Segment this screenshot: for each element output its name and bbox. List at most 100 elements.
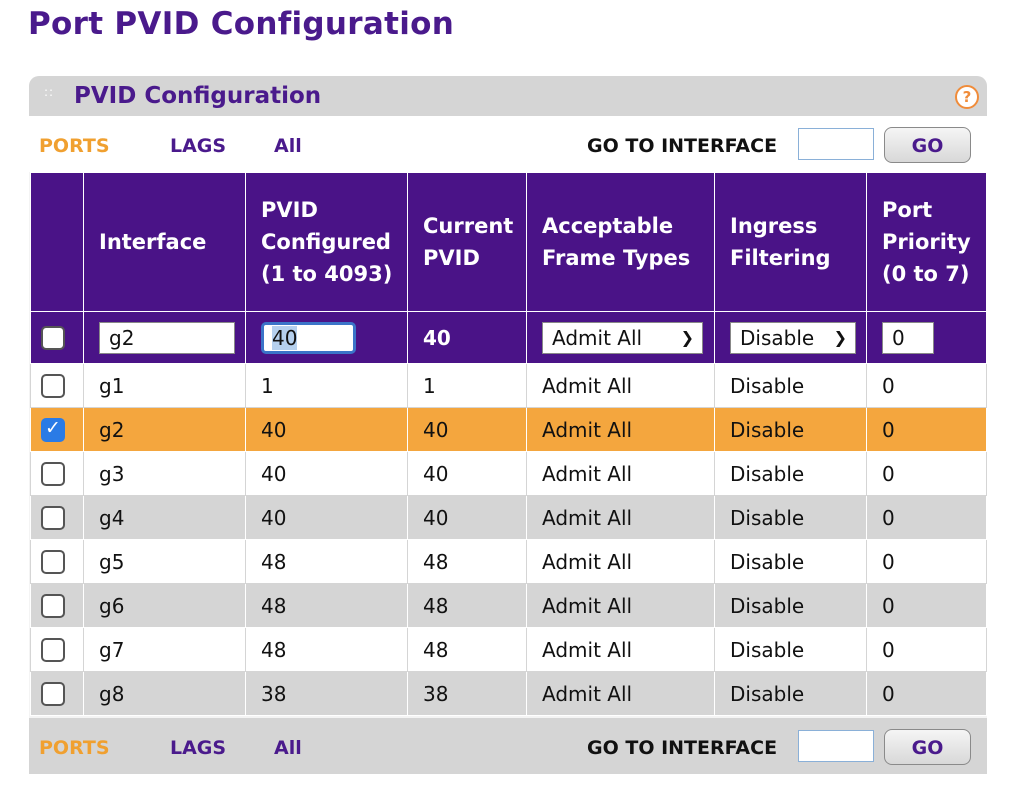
bottom-toolbar: PORTS LAGS All GO TO INTERFACE GO (29, 718, 987, 774)
edit-row-checkbox[interactable] (41, 326, 65, 351)
ingress-filtering-select[interactable]: Disable ❯ (730, 321, 856, 354)
port-priority-column-header[interactable]: Port Priority (0 to 7) (866, 172, 987, 312)
goto-interface-label: GO TO INTERFACE (587, 135, 778, 157)
ports-link[interactable]: PORTS (39, 737, 110, 759)
acceptable-frame-types-cell: Admit All (526, 539, 715, 584)
interface-column-header[interactable]: Interface (83, 172, 246, 312)
chevron-down-icon: ❯ (833, 327, 847, 347)
current-pvid-cell: 48 (407, 627, 527, 672)
table-row[interactable]: g5 48 48 Admit All Disable 0 (30, 539, 987, 584)
ports-link[interactable]: PORTS (39, 135, 110, 157)
pvid-configured-column-header[interactable]: PVID Configured (1 to 4093) (245, 172, 408, 312)
chevron-down-icon: ❯ (680, 327, 694, 347)
pvid-configured-cell: 1 (245, 363, 408, 408)
interface-cell: g5 (83, 539, 246, 584)
current-pvid-cell: 40 (407, 407, 527, 452)
interface-cell: g2 (83, 407, 246, 452)
acceptable-frame-types-cell: Admit All (526, 407, 715, 452)
row-checkbox[interactable] (41, 374, 65, 399)
lags-link[interactable]: LAGS (170, 737, 226, 759)
row-checkbox[interactable] (41, 638, 65, 663)
goto-interface-input[interactable] (798, 128, 874, 160)
pvid-configured-cell: 40 (245, 495, 408, 540)
all-link[interactable]: All (274, 737, 302, 759)
pvid-configured-field[interactable]: 40 (261, 321, 356, 354)
pvid-table: Interface PVID Configured (1 to 4093) Cu… (30, 172, 987, 716)
port-priority-cell: 0 (866, 627, 987, 672)
ingress-filtering-cell: Disable (714, 539, 867, 584)
goto-interface-label: GO TO INTERFACE (587, 737, 778, 759)
current-pvid-cell: 38 (407, 671, 527, 716)
table-row[interactable]: g4 40 40 Admit All Disable 0 (30, 495, 987, 540)
current-pvid-cell: 1 (407, 363, 527, 408)
acceptable-frame-types-cell: Admit All (526, 583, 715, 628)
all-link[interactable]: All (274, 135, 302, 157)
acceptable-frame-types-cell: Admit All (526, 495, 715, 540)
go-button[interactable]: GO (884, 729, 971, 765)
interface-cell: g8 (83, 671, 246, 716)
ingress-filtering-cell: Disable (714, 671, 867, 716)
port-priority-cell: 0 (866, 539, 987, 584)
drag-handle-icon[interactable]: :: (44, 86, 54, 98)
port-priority-cell: 0 (866, 495, 987, 540)
port-priority-cell: 0 (866, 451, 987, 496)
pvid-configured-cell: 40 (245, 407, 408, 452)
table-row[interactable]: g3 40 40 Admit All Disable 0 (30, 451, 987, 496)
pvid-configuration-panel: :: PVID Configuration ? PORTS LAGS All G… (29, 76, 987, 774)
current-pvid-cell: 40 (407, 495, 527, 540)
go-button[interactable]: GO (884, 127, 971, 163)
ingress-filtering-cell: Disable (714, 407, 867, 452)
edit-row: g2 40 40 Admit All ❯ Disable ❯ 0 (30, 311, 987, 364)
row-checkbox[interactable] (41, 506, 65, 531)
top-toolbar: PORTS LAGS All GO TO INTERFACE GO (29, 116, 987, 172)
port-priority-cell: 0 (866, 583, 987, 628)
port-priority-cell: 0 (866, 407, 987, 452)
ingress-filtering-cell: Disable (714, 583, 867, 628)
ingress-filtering-cell: Disable (714, 451, 867, 496)
row-checkbox[interactable] (41, 550, 65, 575)
pvid-configured-cell: 48 (245, 583, 408, 628)
acceptable-frame-types-column-header[interactable]: Acceptable Frame Types (526, 172, 715, 312)
lags-link[interactable]: LAGS (170, 135, 226, 157)
row-checkbox[interactable] (41, 594, 65, 619)
ingress-filtering-cell: Disable (714, 363, 867, 408)
acceptable-frame-types-cell: Admit All (526, 627, 715, 672)
ingress-filtering-cell: Disable (714, 495, 867, 540)
select-column-header (30, 172, 84, 312)
interface-cell: g7 (83, 627, 246, 672)
table-row[interactable]: g8 38 38 Admit All Disable 0 (30, 671, 987, 716)
acceptable-frame-types-cell: Admit All (526, 671, 715, 716)
ingress-filtering-cell: Disable (714, 627, 867, 672)
current-pvid-cell: 40 (407, 451, 527, 496)
panel-header: :: PVID Configuration ? (29, 76, 987, 116)
current-pvid-cell: 48 (407, 539, 527, 584)
acceptable-frame-types-cell: Admit All (526, 363, 715, 408)
row-checkbox[interactable] (41, 462, 65, 487)
acceptable-frame-types-select[interactable]: Admit All ❯ (542, 321, 703, 354)
pvid-configured-cell: 48 (245, 627, 408, 672)
pvid-configured-cell: 48 (245, 539, 408, 584)
interface-cell: g4 (83, 495, 246, 540)
pvid-configured-cell: 40 (245, 451, 408, 496)
acceptable-frame-types-cell: Admit All (526, 451, 715, 496)
port-priority-cell: 0 (866, 363, 987, 408)
help-icon[interactable]: ? (955, 85, 979, 109)
row-checkbox-checked[interactable] (41, 417, 65, 443)
table-header-row: Interface PVID Configured (1 to 4093) Cu… (30, 172, 987, 312)
panel-title: PVID Configuration (74, 83, 322, 109)
port-priority-field[interactable]: 0 (882, 321, 934, 354)
table-row-selected[interactable]: g2 40 40 Admit All Disable 0 (30, 407, 987, 452)
port-priority-cell: 0 (866, 671, 987, 716)
table-row[interactable]: g1 1 1 Admit All Disable 0 (30, 363, 987, 408)
table-row[interactable]: g6 48 48 Admit All Disable 0 (30, 583, 987, 628)
goto-interface-input[interactable] (798, 730, 874, 762)
current-pvid-column-header[interactable]: Current PVID (407, 172, 527, 312)
interface-field[interactable]: g2 (99, 321, 235, 354)
ingress-filtering-column-header[interactable]: Ingress Filtering (714, 172, 867, 312)
interface-cell: g6 (83, 583, 246, 628)
pvid-configured-cell: 38 (245, 671, 408, 716)
current-pvid-cell: 48 (407, 583, 527, 628)
current-pvid-value: 40 (407, 311, 527, 364)
table-row[interactable]: g7 48 48 Admit All Disable 0 (30, 627, 987, 672)
row-checkbox[interactable] (41, 682, 65, 707)
